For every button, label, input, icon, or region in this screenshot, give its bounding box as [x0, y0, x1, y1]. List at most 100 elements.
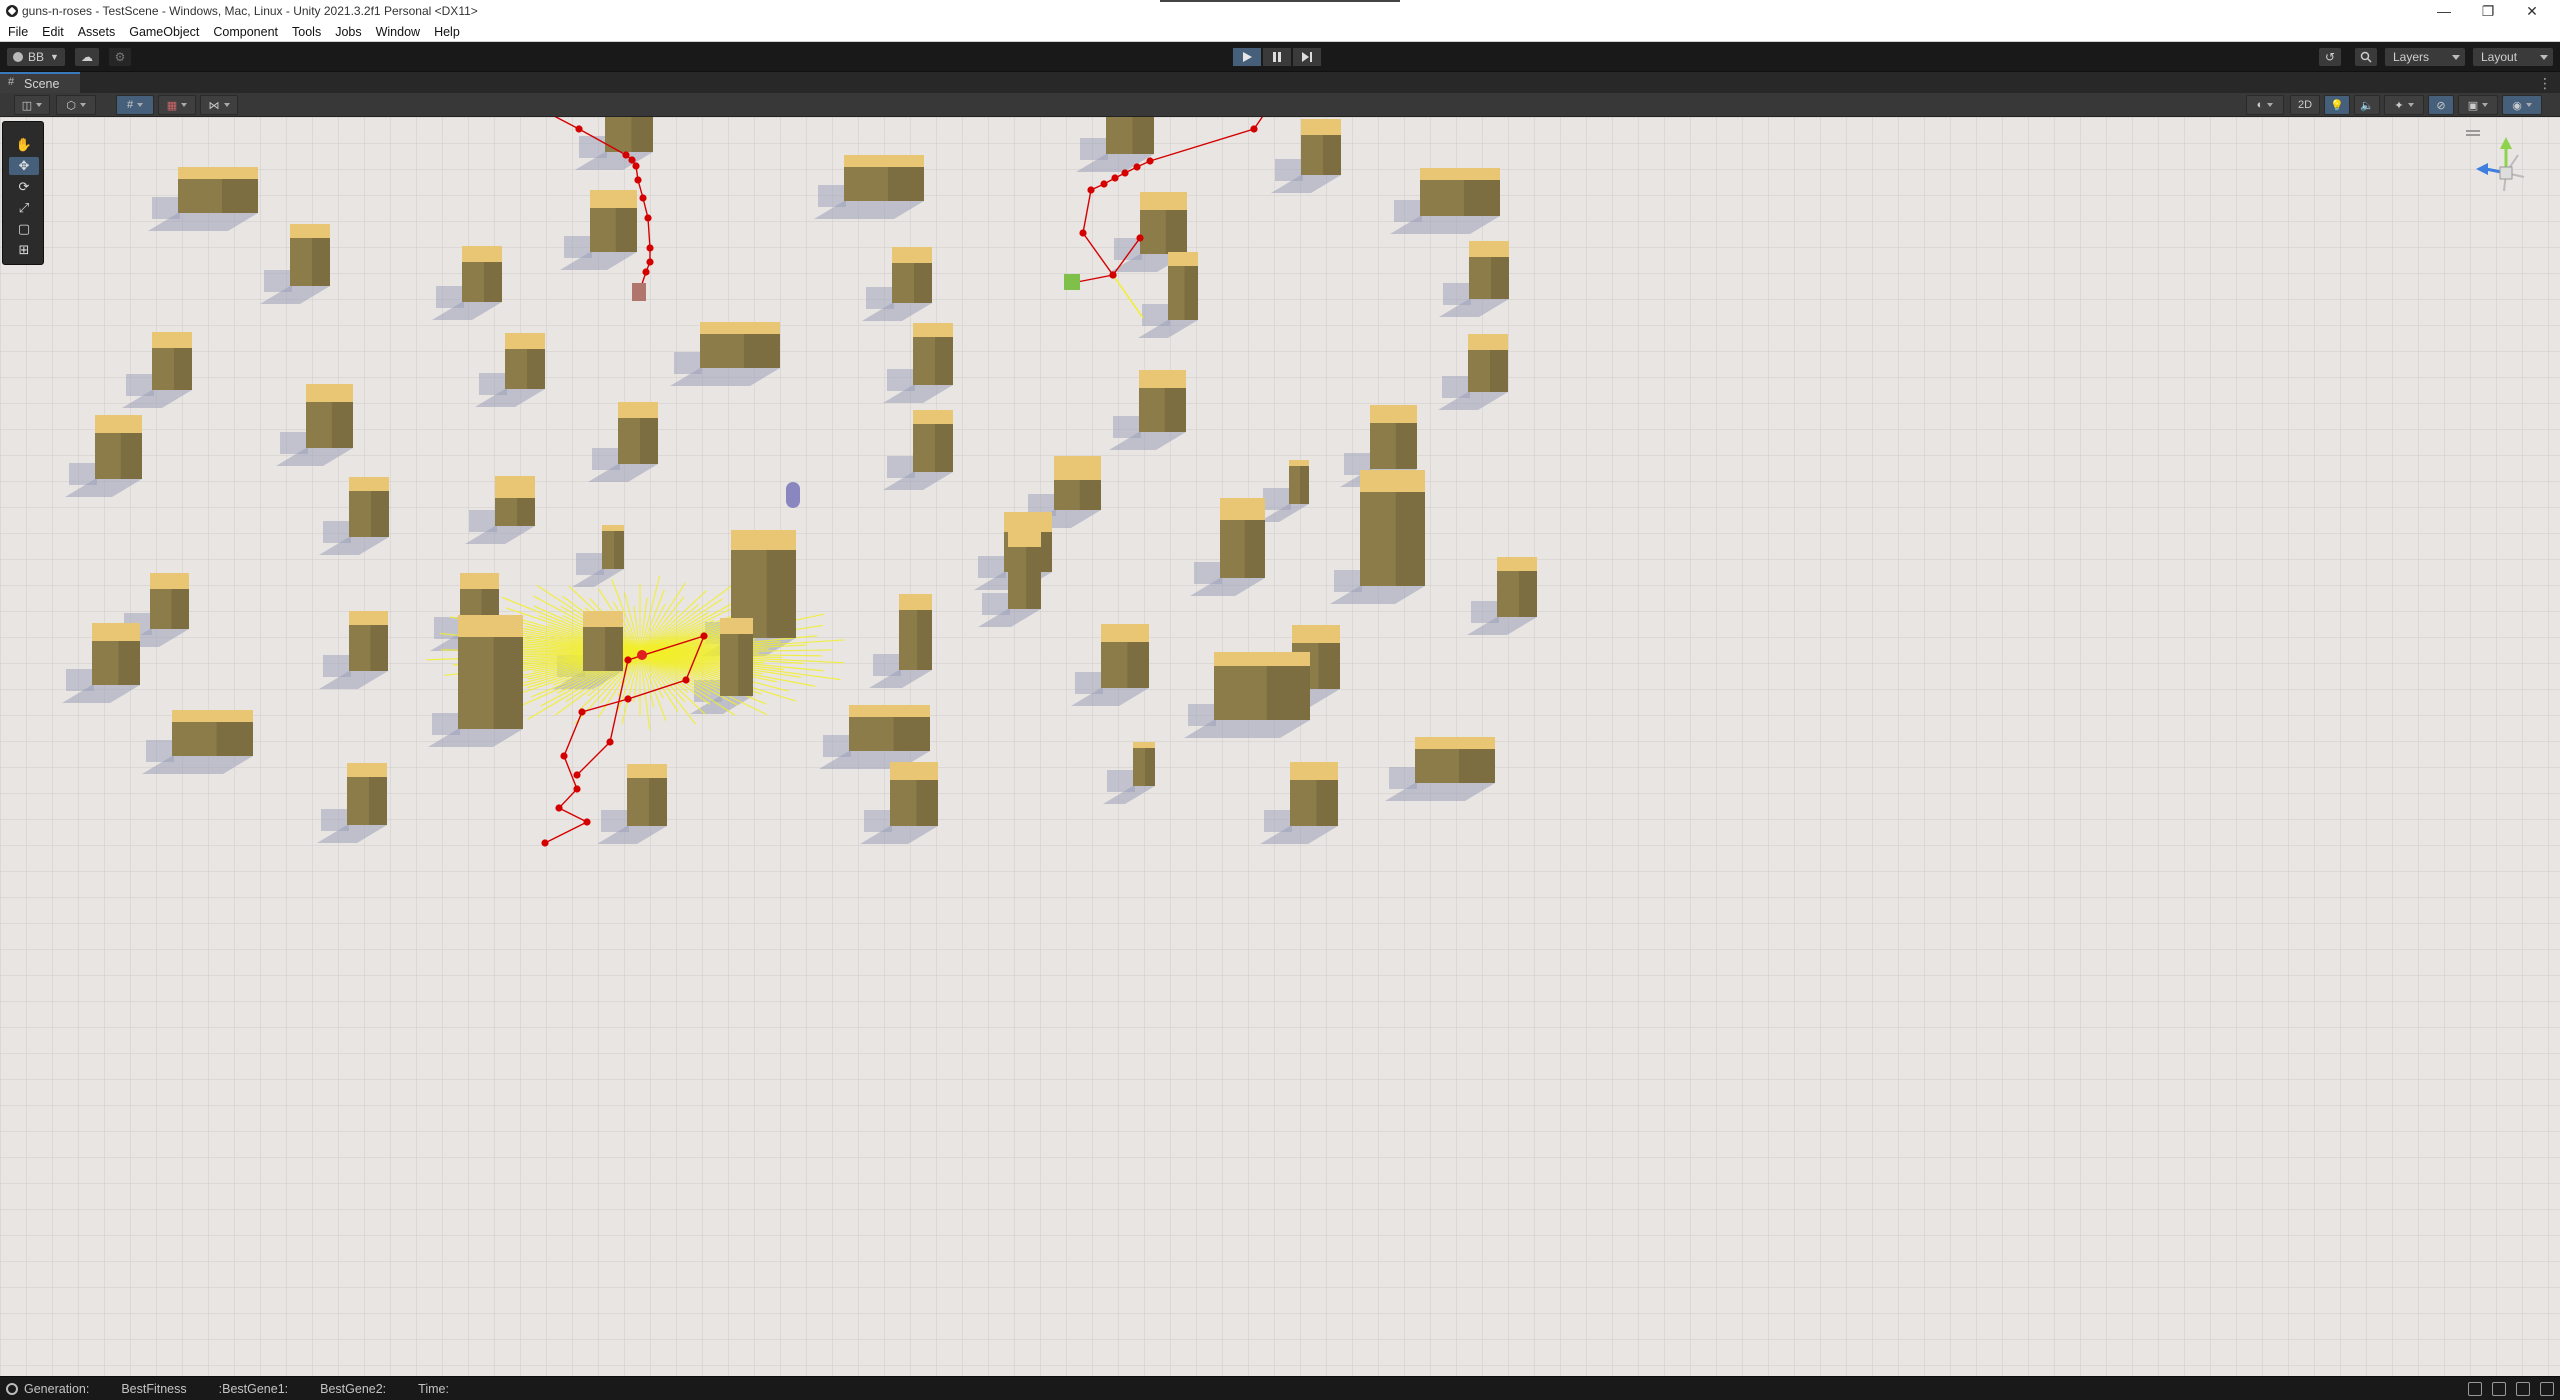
- view-options-dropdown[interactable]: ⬡: [56, 95, 96, 115]
- audio-toggle[interactable]: 🔈: [2354, 95, 2380, 115]
- path-node: [560, 752, 568, 760]
- menu-file[interactable]: File: [8, 25, 28, 39]
- obstacle-box-top: [152, 332, 192, 348]
- pause-button[interactable]: [1262, 47, 1292, 67]
- status-bar: Generation: BestFitness :BestGene1: Best…: [0, 1376, 2560, 1400]
- layers-dropdown[interactable]: Layers: [2384, 47, 2466, 67]
- search-button[interactable]: [2354, 47, 2378, 67]
- transform-icon: ⊞: [18, 242, 30, 257]
- obstacle-box-top: [1289, 460, 1309, 466]
- close-button[interactable]: ✕: [2512, 0, 2552, 22]
- draw-mode-dropdown[interactable]: ◫: [14, 95, 50, 115]
- obstacle-box-top: [849, 705, 930, 717]
- menu-help[interactable]: Help: [434, 25, 460, 39]
- rect-icon: ▢: [17, 221, 31, 236]
- path-node: [700, 632, 708, 640]
- obstacle-shadow: [1394, 200, 1422, 222]
- more-options-icon[interactable]: ⋮: [2538, 75, 2552, 92]
- menu-window[interactable]: Window: [376, 25, 420, 39]
- goal-cube: [1064, 274, 1080, 290]
- progress-icon[interactable]: [2516, 1382, 2530, 1396]
- menu-tools[interactable]: Tools: [292, 25, 321, 39]
- eye-slash-icon: ⊘: [2436, 99, 2446, 112]
- move-tool[interactable]: ✥: [9, 157, 39, 175]
- move-icon: ✥: [18, 158, 30, 173]
- tab-scene[interactable]: Scene: [0, 72, 80, 94]
- step-button[interactable]: [1292, 47, 1322, 67]
- hidden-objects-toggle[interactable]: ⊘: [2428, 95, 2454, 115]
- path-node: [682, 676, 690, 684]
- rotate-tool[interactable]: ⟳: [9, 178, 39, 196]
- gizmos-dropdown[interactable]: ◉: [2502, 95, 2542, 115]
- scale-tool[interactable]: ⤢: [9, 199, 39, 217]
- cloud-button[interactable]: ☁: [74, 47, 100, 67]
- console-icon[interactable]: [6, 1382, 18, 1395]
- camera-dropdown[interactable]: ▣: [2458, 95, 2498, 115]
- menu-jobs[interactable]: Jobs: [335, 25, 361, 39]
- check-icon[interactable]: [2540, 1382, 2554, 1396]
- menu-assets[interactable]: Assets: [78, 25, 116, 39]
- lighting-toggle[interactable]: 💡: [2324, 95, 2350, 115]
- obstacle-box-top: [349, 611, 388, 625]
- obstacle-box-top: [590, 190, 637, 208]
- account-dropdown[interactable]: BB ▼: [6, 47, 66, 67]
- scene-tab-bar: Scene ⋮: [0, 71, 2560, 94]
- obstacle-shadow: [1275, 159, 1303, 181]
- obstacle-box-top: [1360, 470, 1425, 492]
- render-mode-dropdown[interactable]: ◐: [2246, 95, 2284, 115]
- unity-logo-icon: [6, 5, 18, 17]
- restore-button[interactable]: ❐: [2468, 0, 2508, 22]
- obstacle-shadow: [1264, 810, 1292, 832]
- obstacle-shadow: [323, 521, 351, 543]
- hand-tool[interactable]: ✋: [9, 136, 39, 154]
- orientation-gizmo[interactable]: [2460, 125, 2550, 225]
- effects-icon: ✦: [2394, 99, 2404, 112]
- scene-viewport[interactable]: [0, 117, 2560, 1376]
- path-node: [1121, 169, 1129, 177]
- path-node: [634, 176, 642, 184]
- pause-icon: [1273, 52, 1281, 62]
- collab-button[interactable]: ⚙: [108, 47, 132, 67]
- obstacle-shadow: [1263, 488, 1291, 510]
- draw-mode-icon: ◫: [21, 99, 33, 112]
- obstacle-shadow: [1194, 562, 1222, 584]
- transform-tool[interactable]: ⊞: [9, 241, 39, 259]
- path-node: [573, 785, 581, 793]
- history-icon: ↺: [2324, 50, 2336, 64]
- path-node: [1133, 163, 1141, 171]
- layout-dropdown[interactable]: Layout: [2472, 47, 2554, 67]
- menu-gameobject[interactable]: GameObject: [129, 25, 199, 39]
- obstacle-box-top: [495, 476, 535, 498]
- minimize-button[interactable]: —: [2424, 0, 2464, 22]
- obstacle-box-top: [1168, 252, 1198, 266]
- path-node: [1146, 157, 1154, 165]
- chevron-down-icon: ▼: [50, 52, 59, 62]
- obstacle-shadow: [576, 553, 604, 575]
- menu-component[interactable]: Component: [213, 25, 278, 39]
- increment-snap-dropdown[interactable]: ⋈: [200, 95, 238, 115]
- obstacle-box-top: [347, 763, 387, 777]
- account-icon: [13, 52, 23, 62]
- play-button[interactable]: [1232, 47, 1262, 67]
- menu-edit[interactable]: Edit: [42, 25, 64, 39]
- history-button[interactable]: ↺: [2318, 47, 2342, 67]
- obstacle-shadow: [1080, 138, 1108, 160]
- debug-icon[interactable]: [2468, 1382, 2482, 1396]
- 2d-toggle[interactable]: 2D: [2290, 95, 2320, 115]
- obstacle-shadow: [152, 197, 180, 219]
- active-agent: [637, 650, 647, 660]
- cube-icon: ⬡: [66, 99, 76, 112]
- obstacle-box-side: [631, 117, 653, 152]
- grid-toggle[interactable]: #: [116, 95, 154, 115]
- obstacle-box-top: [462, 246, 502, 262]
- obstacle-box-top: [1214, 652, 1310, 666]
- obstacle-shadow: [69, 463, 97, 485]
- snap-dropdown[interactable]: ▦: [158, 95, 196, 115]
- layout-label: Layout: [2481, 50, 2518, 64]
- cache-icon[interactable]: [2492, 1382, 2506, 1396]
- path-node: [1136, 234, 1144, 242]
- rect-tool[interactable]: ▢: [9, 220, 39, 238]
- obstacle-shadow: [978, 556, 1006, 578]
- effects-dropdown[interactable]: ✦: [2384, 95, 2424, 115]
- path-node: [628, 156, 636, 164]
